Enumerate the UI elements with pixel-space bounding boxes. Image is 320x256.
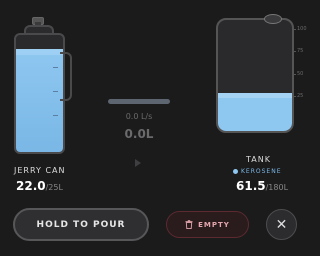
tank-readout: 61.5/180L bbox=[236, 179, 288, 193]
tank-capacity: /180L bbox=[265, 183, 289, 192]
tank-scale-25: 25 bbox=[297, 93, 304, 99]
tank-scale-tick bbox=[292, 96, 296, 97]
tank-scale-100: 100 bbox=[297, 26, 307, 32]
tank-cap bbox=[264, 14, 282, 24]
empty-button[interactable]: EMPTY bbox=[166, 211, 249, 238]
fuel-type-indicator: KEROSENE bbox=[233, 168, 282, 175]
jerry-can-label: JERRY CAN bbox=[14, 166, 66, 175]
tank-fuel-level bbox=[218, 93, 292, 131]
trash-icon bbox=[185, 220, 193, 229]
flow-rate: 0.0 L/s bbox=[125, 112, 153, 121]
hold-to-pour-label: HOLD TO POUR bbox=[36, 219, 126, 230]
jerry-can-capacity: /25L bbox=[45, 183, 63, 192]
tank-body bbox=[216, 18, 294, 133]
tank-scale-75: 75 bbox=[297, 48, 304, 54]
fuel-type-label: KEROSENE bbox=[241, 168, 282, 175]
fuel-dot-icon bbox=[233, 169, 238, 174]
jerry-can-fuel-level bbox=[16, 49, 63, 152]
jerry-can-tick bbox=[53, 67, 58, 68]
jerry-can-tick bbox=[53, 91, 58, 92]
tank-scale-tick bbox=[292, 74, 296, 75]
jerry-can-tick bbox=[53, 115, 58, 116]
flow-bar bbox=[108, 99, 170, 104]
hold-to-pour-button[interactable]: HOLD TO POUR bbox=[13, 208, 149, 241]
tank-scale-50: 50 bbox=[297, 71, 304, 77]
jerry-can-body bbox=[14, 33, 65, 154]
flow-arrow-icon bbox=[135, 159, 141, 167]
jerry-can-value: 22.0 bbox=[16, 179, 46, 193]
empty-label: EMPTY bbox=[198, 220, 230, 229]
tank-value: 61.5 bbox=[236, 179, 266, 193]
tank-scale-tick bbox=[292, 29, 296, 30]
jerry-can-readout: 22.0/25L bbox=[16, 179, 63, 193]
close-icon: ✕ bbox=[275, 216, 288, 233]
flow-volume: 0.0L bbox=[124, 127, 154, 141]
tank-label: TANK bbox=[246, 155, 271, 164]
tank-scale-tick bbox=[292, 51, 296, 52]
close-button[interactable]: ✕ bbox=[266, 209, 297, 240]
jerry-can-handle bbox=[60, 52, 72, 101]
